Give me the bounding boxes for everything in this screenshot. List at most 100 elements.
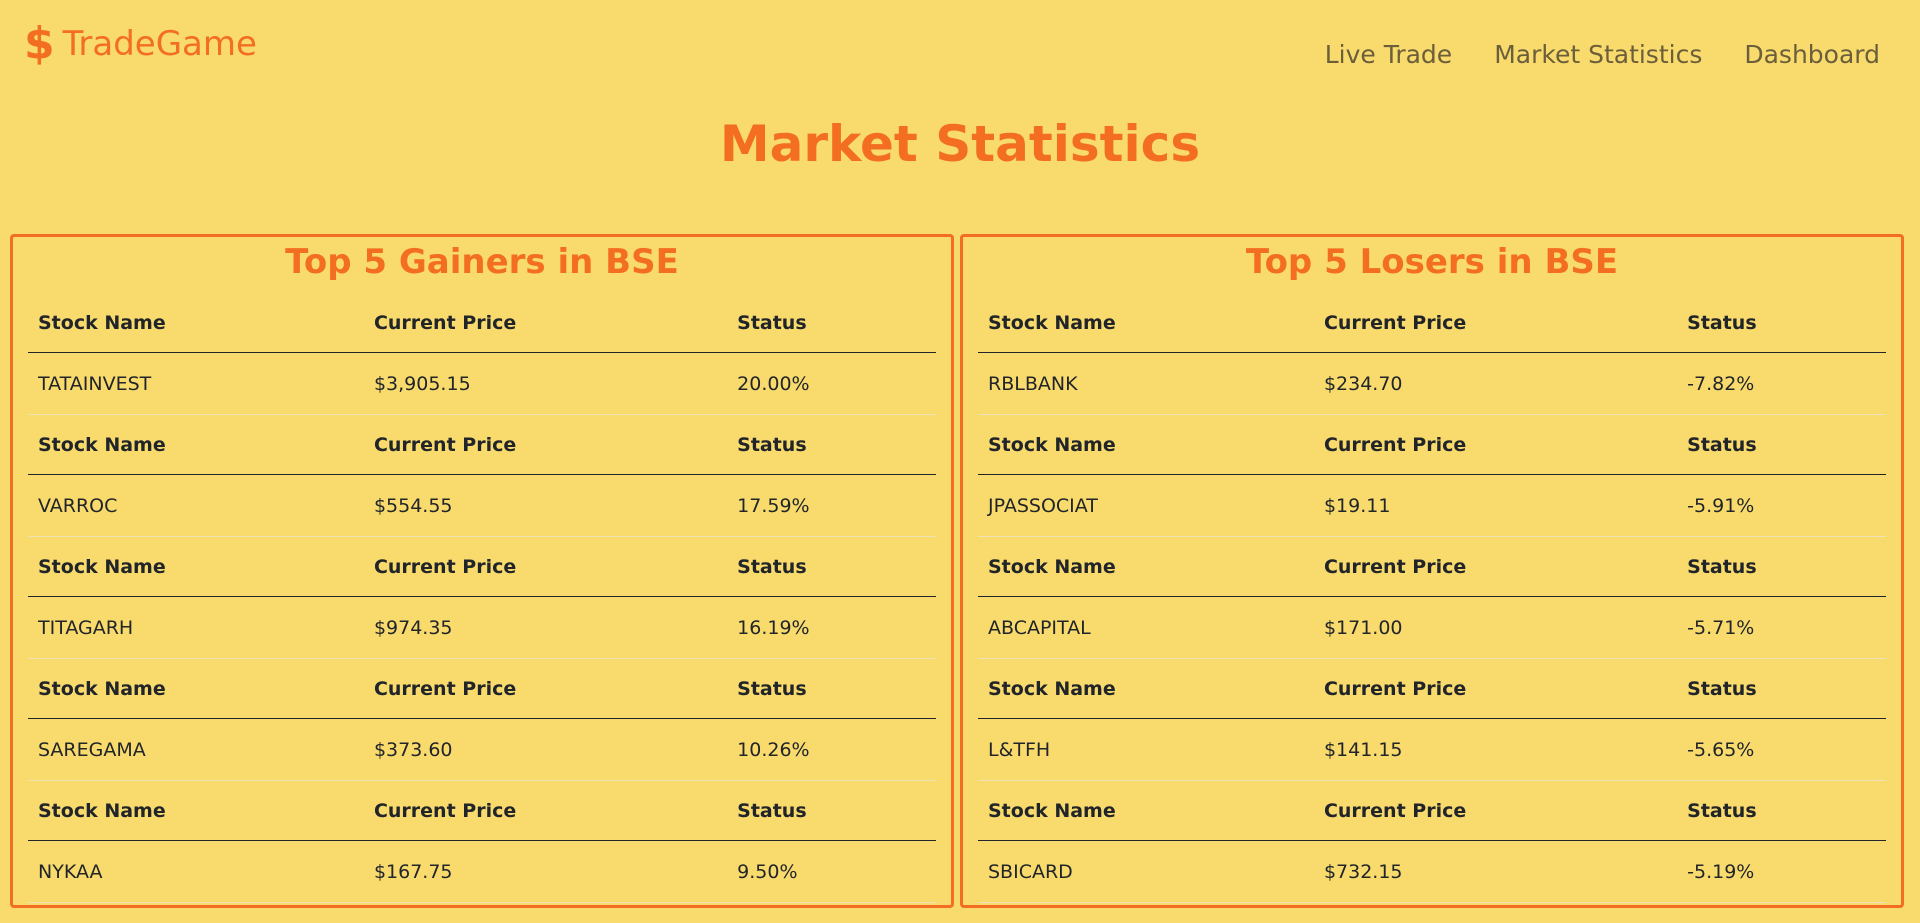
navbar: $ TradeGame Live Trade Market Statistics… [0, 0, 1920, 100]
loser-table: Stock Name Current Price Status RBLBANK … [978, 293, 1886, 415]
gainer-table: Stock Name Current Price Status TATAINVE… [28, 293, 936, 415]
stock-price: $732.15 [1313, 840, 1678, 903]
gainer-table: Stock Name Current Price Status TITAGARH… [28, 537, 936, 659]
table-row: NYKAA $167.75 9.50% [28, 840, 936, 903]
stock-status: 16.19% [727, 596, 936, 659]
stock-price: $554.55 [363, 474, 728, 537]
stock-price: $234.70 [1313, 352, 1678, 415]
header-stock-name: Stock Name [978, 537, 1314, 598]
table-header-row: Stock Name Current Price Status [978, 415, 1886, 476]
stock-status: 9.50% [727, 840, 936, 903]
table-row: VARROC $554.55 17.59% [28, 474, 936, 537]
header-current-price: Current Price [1313, 659, 1678, 720]
header-status: Status [727, 659, 936, 720]
stock-name: VARROC [28, 474, 364, 537]
gainers-title: Top 5 Gainers in BSE [285, 242, 679, 282]
header-current-price: Current Price [1313, 537, 1678, 598]
stock-name: SBICARD [978, 840, 1314, 903]
page-title: Market Statistics [719, 115, 1201, 173]
gainer-table: Stock Name Current Price Status VARROC $… [28, 415, 936, 537]
gainer-table: Stock Name Current Price Status NYKAA $1… [28, 781, 936, 903]
header-stock-name: Stock Name [28, 781, 364, 842]
header-status: Status [1677, 293, 1886, 354]
header-status: Status [1677, 537, 1886, 598]
loser-table: Stock Name Current Price Status L&TFH $1… [978, 659, 1886, 781]
stock-price: $3,905.15 [363, 352, 728, 415]
table-row: SBICARD $732.15 -5.19% [978, 840, 1886, 903]
table-header-row: Stock Name Current Price Status [28, 537, 936, 598]
stock-status: -5.91% [1677, 474, 1886, 537]
header-current-price: Current Price [363, 781, 728, 842]
stock-name: SAREGAMA [28, 718, 364, 781]
table-header-row: Stock Name Current Price Status [28, 293, 936, 354]
nav-market-statistics[interactable]: Market Statistics [1494, 40, 1702, 69]
header-stock-name: Stock Name [978, 293, 1314, 354]
header-current-price: Current Price [1313, 781, 1678, 842]
gainers-panel: Top 5 Gainers in BSE Stock Name Current … [10, 234, 954, 908]
losers-panel: Top 5 Losers in BSE Stock Name Current P… [960, 234, 1904, 908]
stock-price: $974.35 [363, 596, 728, 659]
table-header-row: Stock Name Current Price Status [28, 659, 936, 720]
header-status: Status [1677, 781, 1886, 842]
header-status: Status [1677, 659, 1886, 720]
header-status: Status [727, 293, 936, 354]
brand-link[interactable]: $ TradeGame [24, 20, 257, 68]
stock-name: TITAGARH [28, 596, 364, 659]
nav-links: Live Trade Market Statistics Dashboard [1325, 40, 1880, 69]
gainer-table: Stock Name Current Price Status SAREGAMA… [28, 659, 936, 781]
stock-price: $167.75 [363, 840, 728, 903]
stock-name: JPASSOCIAT [978, 474, 1314, 537]
stock-status: -5.71% [1677, 596, 1886, 659]
header-current-price: Current Price [363, 415, 728, 476]
table-header-row: Stock Name Current Price Status [978, 781, 1886, 842]
stock-status: 20.00% [727, 352, 936, 415]
stock-name: RBLBANK [978, 352, 1314, 415]
header-status: Status [727, 415, 936, 476]
losers-tables: Stock Name Current Price Status RBLBANK … [978, 293, 1886, 903]
stock-name: L&TFH [978, 718, 1314, 781]
table-header-row: Stock Name Current Price Status [978, 659, 1886, 720]
loser-table: Stock Name Current Price Status JPASSOCI… [978, 415, 1886, 537]
stock-price: $141.15 [1313, 718, 1678, 781]
table-header-row: Stock Name Current Price Status [28, 781, 936, 842]
table-row: TITAGARH $974.35 16.19% [28, 596, 936, 659]
header-current-price: Current Price [363, 537, 728, 598]
header-current-price: Current Price [363, 293, 728, 354]
stock-status: -5.65% [1677, 718, 1886, 781]
loser-table: Stock Name Current Price Status ABCAPITA… [978, 537, 1886, 659]
stock-status: -7.82% [1677, 352, 1886, 415]
stock-name: TATAINVEST [28, 352, 364, 415]
table-header-row: Stock Name Current Price Status [978, 293, 1886, 354]
table-row: RBLBANK $234.70 -7.82% [978, 352, 1886, 415]
header-current-price: Current Price [1313, 293, 1678, 354]
header-status: Status [727, 537, 936, 598]
stock-name: NYKAA [28, 840, 364, 903]
table-header-row: Stock Name Current Price Status [978, 537, 1886, 598]
table-row: ABCAPITAL $171.00 -5.71% [978, 596, 1886, 659]
header-current-price: Current Price [363, 659, 728, 720]
stock-price: $171.00 [1313, 596, 1678, 659]
header-stock-name: Stock Name [28, 537, 364, 598]
nav-dashboard[interactable]: Dashboard [1744, 40, 1880, 69]
table-row: TATAINVEST $3,905.15 20.00% [28, 352, 936, 415]
header-stock-name: Stock Name [28, 415, 364, 476]
losers-title: Top 5 Losers in BSE [1245, 242, 1619, 282]
header-stock-name: Stock Name [28, 293, 364, 354]
table-row: L&TFH $141.15 -5.65% [978, 718, 1886, 781]
stock-name: ABCAPITAL [978, 596, 1314, 659]
nav-live-trade[interactable]: Live Trade [1325, 40, 1452, 69]
stock-price: $373.60 [363, 718, 728, 781]
dollar-icon: $ [24, 18, 55, 69]
header-status: Status [727, 781, 936, 842]
stock-status: -5.19% [1677, 840, 1886, 903]
header-current-price: Current Price [1313, 415, 1678, 476]
header-stock-name: Stock Name [978, 781, 1314, 842]
table-row: JPASSOCIAT $19.11 -5.91% [978, 474, 1886, 537]
table-header-row: Stock Name Current Price Status [28, 415, 936, 476]
brand-name: TradeGame [62, 24, 257, 64]
header-stock-name: Stock Name [978, 659, 1314, 720]
stock-price: $19.11 [1313, 474, 1678, 537]
gainers-tables: Stock Name Current Price Status TATAINVE… [28, 293, 936, 903]
loser-table: Stock Name Current Price Status SBICARD … [978, 781, 1886, 903]
table-row: SAREGAMA $373.60 10.26% [28, 718, 936, 781]
